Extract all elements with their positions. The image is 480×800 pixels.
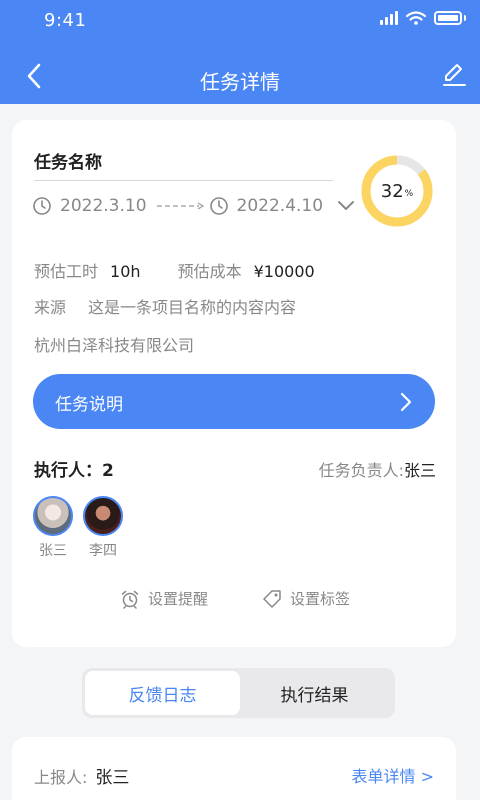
status-time: 9:41	[44, 10, 87, 31]
progress-label: 32%	[360, 154, 434, 228]
progress-value: 32	[380, 180, 404, 202]
reporter: 上报人: 张三	[34, 763, 129, 788]
start-date: 2022.3.10	[60, 196, 147, 216]
executor-name: 李四	[89, 543, 117, 559]
tab-execution-result[interactable]: 执行结果	[237, 671, 392, 715]
reporter-name: 张三	[95, 768, 130, 788]
set-reminder-button[interactable]: 设置提醒	[120, 588, 208, 609]
battery-cap	[464, 15, 466, 21]
status-icons	[380, 11, 466, 25]
signal-icon	[380, 11, 398, 25]
avatar[interactable]	[83, 496, 123, 536]
app-header: 9:41 任务详情	[0, 0, 480, 104]
tag-icon	[263, 589, 281, 608]
battery-icon	[434, 11, 462, 25]
clock-icon	[209, 197, 228, 215]
clock-icon	[33, 197, 51, 215]
end-date: 2022.4.10	[236, 196, 324, 216]
task-owner: 任务负责人:张三	[319, 457, 436, 481]
arrow-right-icon	[156, 202, 204, 210]
source-label: 来源	[34, 298, 67, 317]
tab-feedback-log[interactable]: 反馈日志	[85, 671, 240, 715]
task-owner-label: 任务负责人:	[318, 461, 404, 480]
divider	[34, 180, 333, 181]
set-tag-button[interactable]: 设置标签	[262, 588, 350, 609]
chevron-down-icon[interactable]	[337, 200, 355, 212]
source-row: 来源 这是一条项目名称的内容内容	[34, 294, 296, 318]
progress-unit: %	[404, 189, 414, 199]
page-title: 任务详情	[200, 70, 280, 94]
set-tag-label: 设置标签	[290, 590, 351, 608]
date-range[interactable]: 2022.3.10 2022.4.10	[32, 196, 355, 216]
task-description-label: 任务说明	[55, 395, 123, 415]
form-detail-link[interactable]: 表单详情 >	[352, 763, 435, 787]
task-card: 任务名称 2022.3.10 2022.4.10 32% 预估工时 10h 预估成…	[12, 120, 456, 647]
estimate-cost-label: 预估成本	[177, 262, 242, 281]
source-value: 这是一条项目名称的内容内容	[88, 298, 297, 317]
edit-icon[interactable]	[440, 60, 468, 88]
wifi-icon	[406, 11, 426, 25]
avatar[interactable]	[33, 496, 73, 536]
task-description-button[interactable]: 任务说明	[33, 374, 435, 429]
estimate-row: 预估工时 10h 预估成本 ¥10000	[34, 258, 315, 282]
report-card: 上报人: 张三 表单详情 >	[12, 737, 456, 800]
set-reminder-label: 设置提醒	[148, 590, 209, 608]
estimate-hours-value: 10h	[110, 262, 141, 281]
task-owner-name: 张三	[403, 461, 436, 480]
executors-title: 执行人：2	[34, 461, 114, 481]
chevron-right-icon	[400, 392, 412, 412]
alarm-icon	[121, 590, 139, 609]
company-name: 杭州白泽科技有限公司	[34, 336, 195, 355]
executor-name: 张三	[39, 543, 67, 559]
estimate-hours-label: 预估工时	[34, 262, 99, 281]
reporter-label: 上报人:	[34, 768, 88, 787]
tab-bar: 反馈日志 执行结果	[82, 668, 395, 718]
task-name: 任务名称	[34, 153, 102, 173]
estimate-cost-value: ¥10000	[253, 262, 315, 281]
